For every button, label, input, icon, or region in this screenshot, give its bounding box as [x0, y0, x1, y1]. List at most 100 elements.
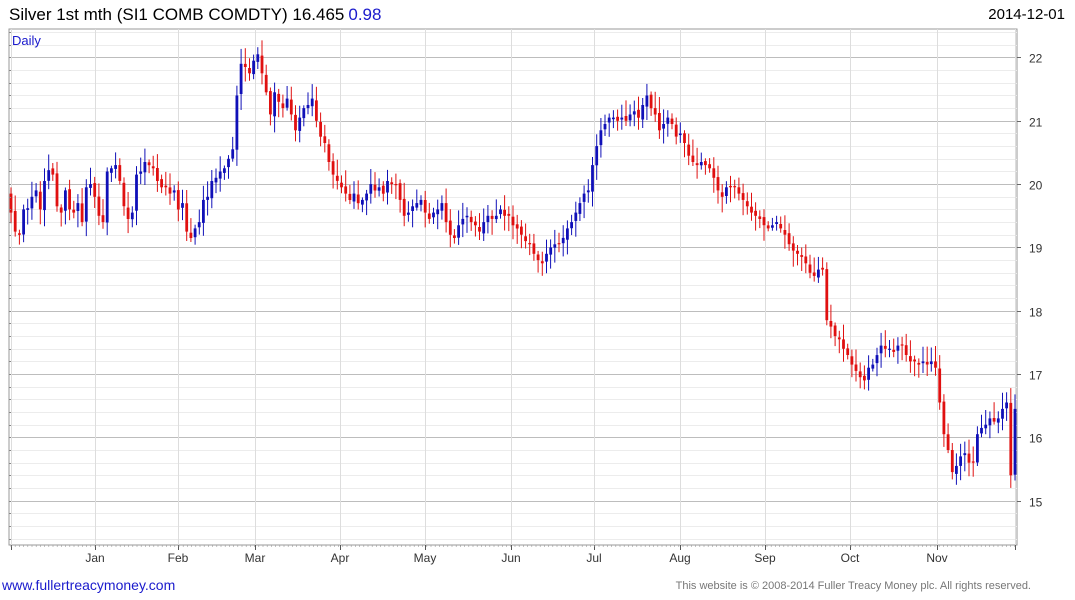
candle-body	[879, 345, 883, 354]
x-tick-label: Jul	[586, 551, 601, 565]
candle-body	[678, 133, 682, 136]
candle-body	[934, 361, 937, 368]
candle-body	[89, 184, 92, 188]
candle-body	[791, 243, 795, 251]
candle-body	[419, 199, 423, 205]
candle-body	[13, 211, 17, 232]
candle-body	[147, 162, 151, 166]
candle-body	[1005, 402, 1008, 409]
candle-body	[524, 236, 527, 242]
candle-body	[294, 114, 297, 131]
candle-body	[842, 339, 845, 349]
candle-body	[176, 190, 180, 210]
candle-body	[641, 105, 645, 120]
candle-body	[892, 349, 896, 352]
candle-body	[666, 117, 670, 124]
candle-body	[737, 187, 741, 194]
candle-body	[264, 74, 268, 93]
candle-body	[218, 171, 222, 179]
candle-body	[30, 196, 34, 209]
x-tick-label: Sep	[754, 551, 776, 565]
candle-body	[520, 226, 523, 235]
candle-body	[511, 216, 515, 226]
candle-body	[863, 375, 866, 381]
candle-body	[189, 232, 193, 238]
candle-body	[921, 361, 925, 364]
candle-body	[231, 149, 235, 159]
candle-body	[22, 209, 25, 235]
y-tick-label: 19	[1029, 242, 1043, 256]
candle-body	[955, 465, 958, 474]
candle-body	[645, 95, 649, 107]
candle-body	[704, 161, 707, 166]
candle-body	[909, 356, 912, 362]
candle-body	[963, 453, 967, 456]
candle-body	[118, 165, 122, 181]
candle-body	[269, 91, 272, 115]
candle-body	[599, 130, 603, 146]
candle-body	[771, 225, 774, 228]
candle-body	[867, 367, 870, 380]
candle-body	[51, 168, 55, 175]
candle-body	[637, 109, 640, 118]
candle-body	[561, 237, 565, 244]
y-tick-label: 22	[1029, 52, 1043, 66]
candle-body	[202, 199, 205, 223]
candle-body	[900, 344, 904, 346]
candle-body	[800, 255, 804, 257]
candle-body	[310, 98, 314, 107]
candle-body	[289, 99, 293, 115]
candle-body	[833, 325, 837, 337]
candle-body	[532, 243, 536, 254]
candle-body	[507, 213, 511, 216]
candle-body	[482, 222, 486, 234]
candle-body	[938, 368, 942, 403]
candle-body	[298, 117, 302, 131]
y-tick-label: 15	[1029, 496, 1043, 510]
price-chart: 15 16 17 18 19 20 21 22 Jan Feb Mar Apr May Jun Jul Aug…	[8, 28, 1043, 565]
candle-body	[223, 168, 226, 173]
candle-body	[365, 193, 368, 201]
candle-body	[381, 185, 385, 194]
candle-body	[344, 186, 348, 194]
candle-body	[373, 184, 377, 191]
candle-body	[716, 177, 720, 191]
candle-body	[352, 193, 356, 202]
candle-body	[942, 401, 946, 435]
candle-body	[168, 187, 172, 194]
candle-body	[390, 182, 394, 185]
candle-body	[875, 355, 879, 364]
candle-body	[423, 200, 427, 213]
candle-body	[925, 361, 929, 365]
candle-body	[415, 203, 419, 208]
candle-body	[18, 233, 21, 235]
candle-body	[43, 181, 46, 211]
candle-body	[528, 243, 532, 245]
candle-body	[653, 108, 657, 115]
candle-body	[486, 215, 490, 223]
candle-body	[80, 203, 84, 223]
candle-body	[603, 124, 607, 130]
candle-body	[607, 117, 611, 123]
candle-body	[105, 171, 109, 223]
candle-body	[545, 253, 548, 262]
candle-body	[871, 364, 875, 369]
candle-body	[904, 345, 908, 355]
candle-body	[695, 163, 699, 166]
candle-body	[976, 434, 979, 463]
candle-body	[540, 261, 544, 264]
candle-body	[277, 93, 281, 102]
candle-body	[59, 207, 63, 213]
candle-body	[557, 243, 561, 245]
candle-body	[407, 212, 410, 215]
candle-body	[595, 146, 599, 166]
candle-body	[779, 224, 783, 229]
x-tick-label: Oct	[841, 551, 860, 565]
candle-body	[708, 164, 711, 169]
candle-body	[858, 371, 862, 378]
candle-body	[210, 181, 214, 199]
candle-body	[490, 215, 494, 219]
website-link[interactable]: www.fullertreacymoney.com	[2, 577, 175, 593]
candle-body	[335, 175, 339, 181]
candle-body	[68, 189, 71, 210]
